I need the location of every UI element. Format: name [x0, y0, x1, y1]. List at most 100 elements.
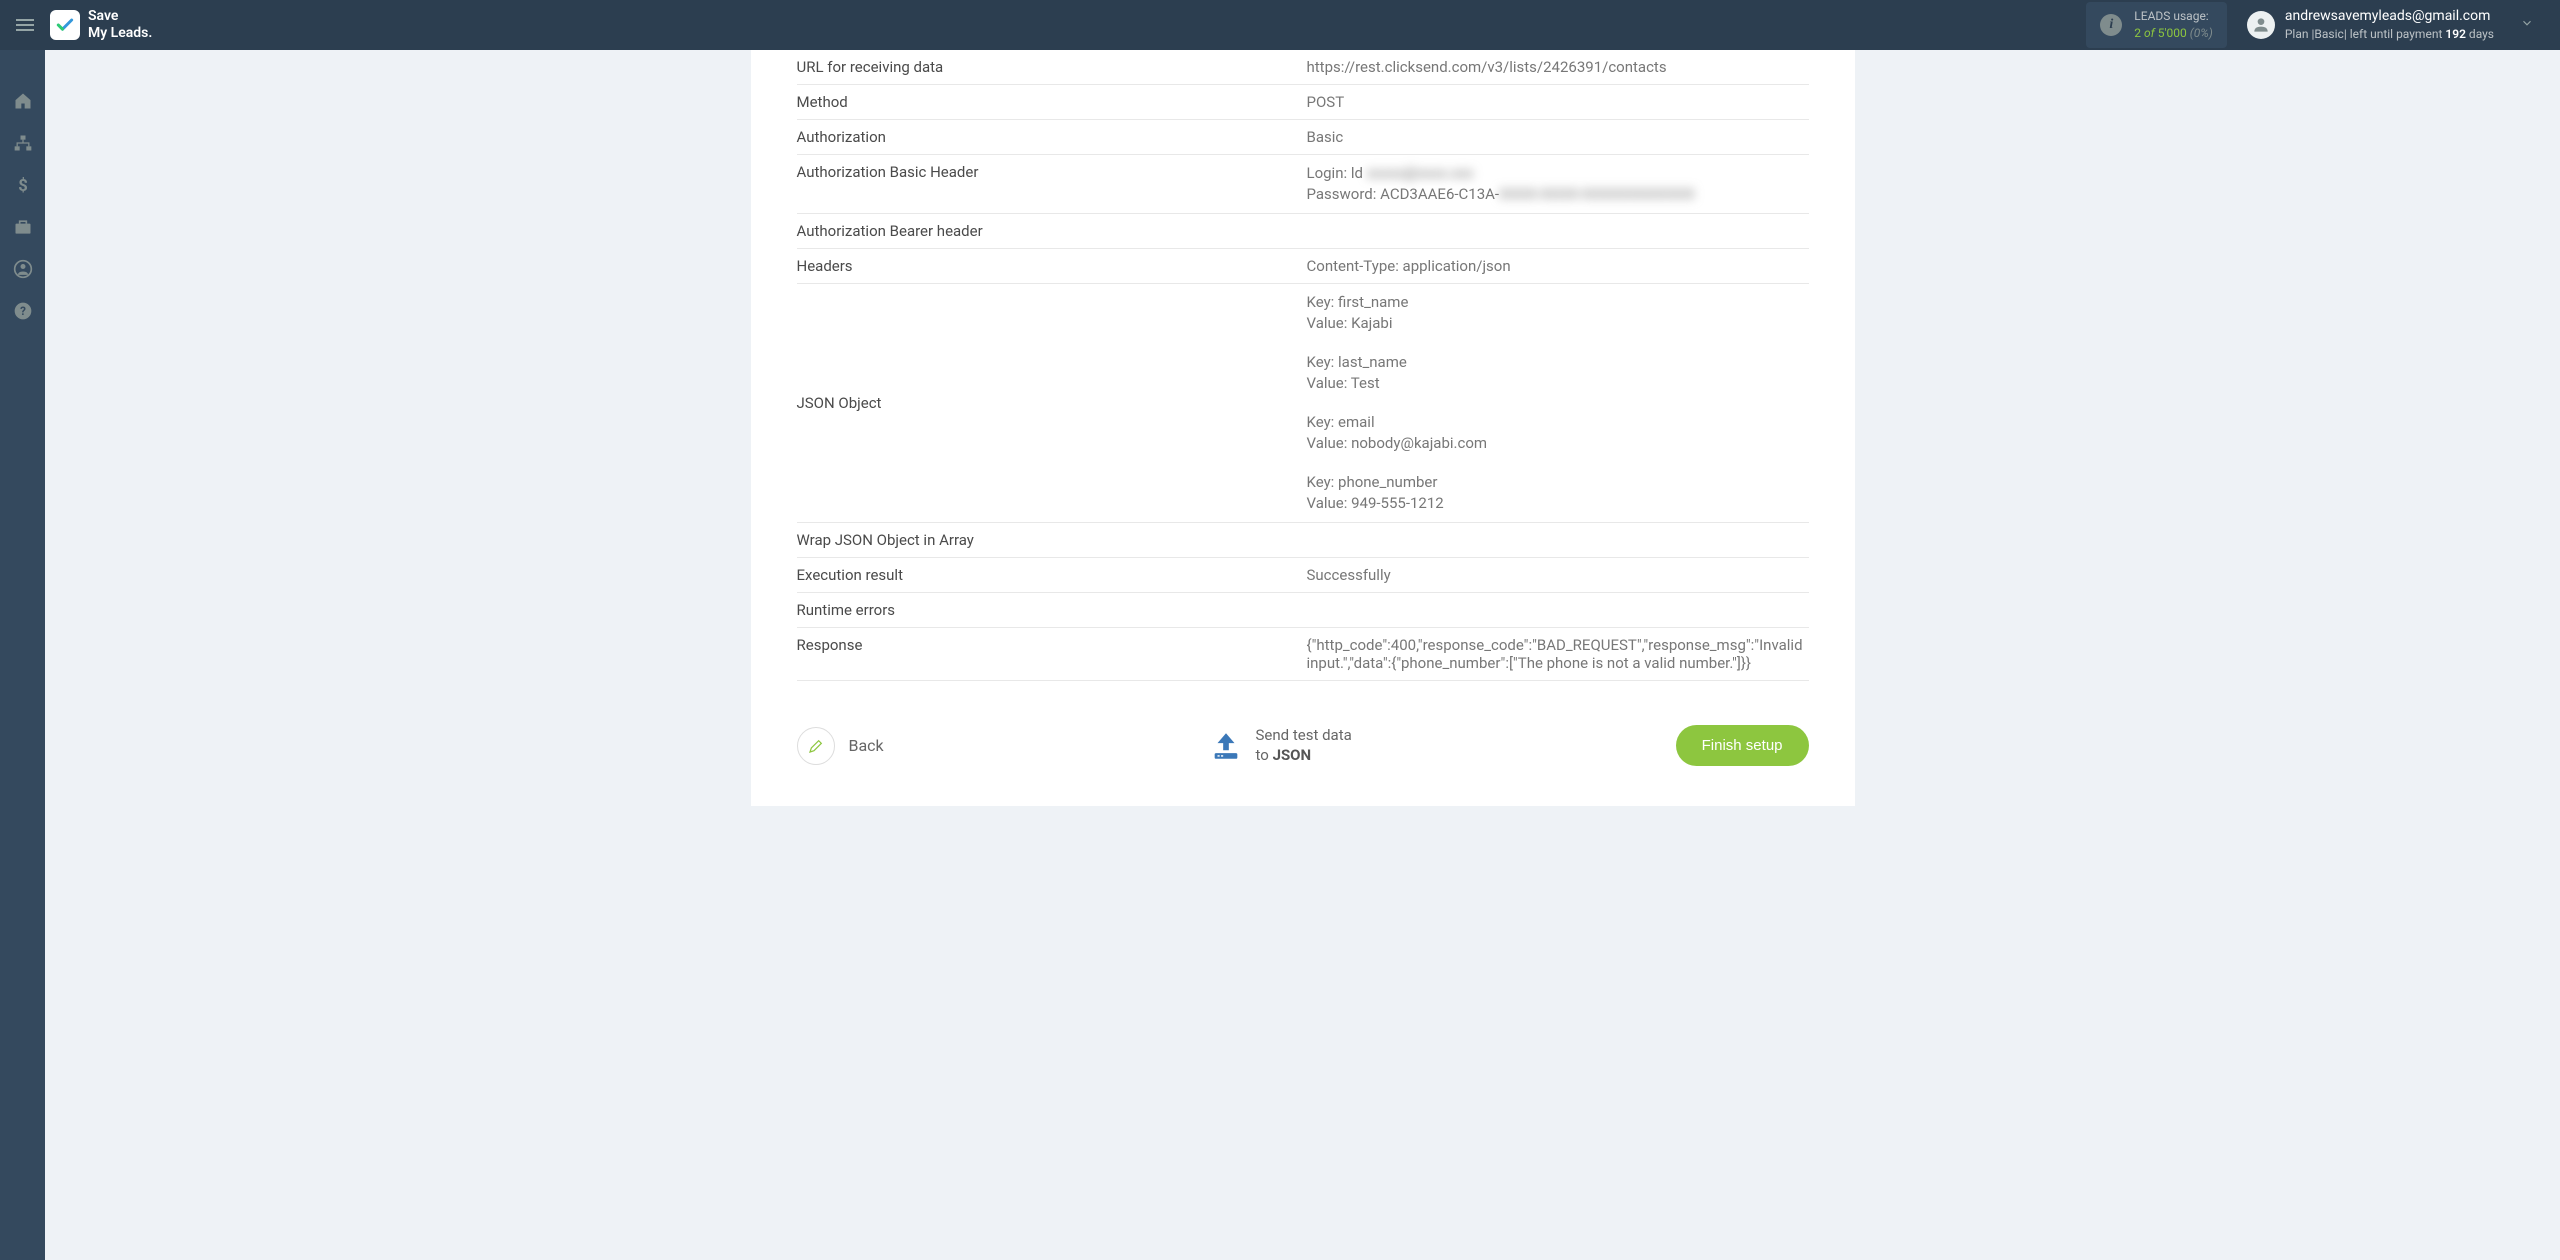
value-basic-header: Login: ld xxxxx@xxxx.xxx Password: ACD3A… [1307, 163, 1809, 205]
upload-icon [1208, 728, 1244, 764]
leads-usage-label: LEADS usage: [2134, 8, 2213, 25]
login-blurred: xxxxx@xxxx.xxx [1367, 164, 1474, 182]
json-value-0: Value: Kajabi [1307, 313, 1809, 334]
pw-blurred: XXXX-XXXX-XXXXXXXXXXXX [1499, 185, 1695, 203]
brand-text: Save My Leads. [88, 8, 152, 42]
label-wrap-array: Wrap JSON Object in Array [797, 531, 1307, 549]
leads-text: LEADS usage: 2 of 5'000 (0%) [2134, 8, 2213, 42]
password-line: Password: ACD3AAE6-C13A-XXXX-XXXX-XXXXXX… [1307, 184, 1809, 205]
label-response: Response [797, 636, 1307, 672]
value-execution-result: Successfully [1307, 566, 1809, 584]
label-basic-header: Authorization Basic Header [797, 163, 1307, 205]
row-bearer-header: Authorization Bearer header [797, 214, 1809, 249]
details-card: URL for receiving data https://rest.clic… [751, 50, 1855, 806]
plan-name: Basic [2314, 27, 2343, 41]
main-content: URL for receiving data https://rest.clic… [45, 50, 2560, 1260]
leads-pct: (0%) [2190, 26, 2213, 40]
plan-mid: | left until payment [2344, 27, 2443, 41]
action-bar: Back Send test data to JSON Finish setup [797, 725, 1809, 766]
row-method: Method POST [797, 85, 1809, 120]
pw-prefix: Password: ACD3AAE6-C13A- [1307, 185, 1500, 203]
json-key-3: Key: phone_number [1307, 472, 1809, 493]
send-to-prefix: to [1256, 746, 1273, 764]
send-json-bold: JSON [1273, 746, 1312, 764]
value-url: https://rest.clicksend.com/v3/lists/2426… [1307, 58, 1809, 76]
sidebar-item-help[interactable]: ? [0, 290, 45, 332]
layout: $ ? URL for receiving data https://rest.… [0, 50, 2560, 1260]
label-bearer-header: Authorization Bearer header [797, 222, 1307, 240]
json-key-2: Key: email [1307, 412, 1809, 433]
user-text: andrewsavemyleads@gmail.com Plan |Basic|… [2285, 7, 2494, 43]
row-headers: Headers Content-Type: application/json [797, 249, 1809, 284]
login-line: Login: ld xxxxx@xxxx.xxx [1307, 163, 1809, 184]
label-json-object: JSON Object [797, 394, 1307, 412]
row-url: URL for receiving data https://rest.clic… [797, 50, 1809, 85]
leads-usage-value: 2 of 5'000 (0%) [2134, 25, 2213, 42]
login-prefix: Login: ld [1307, 164, 1363, 182]
user-plan: Plan |Basic| left until payment 192 days [2285, 26, 2494, 43]
leads-used: 2 [2134, 26, 2141, 40]
hamburger-icon [16, 19, 34, 31]
dollar-icon: $ [13, 175, 33, 195]
sidebar-item-account[interactable] [0, 248, 45, 290]
menu-button[interactable] [10, 13, 40, 37]
label-runtime-errors: Runtime errors [797, 601, 1307, 619]
back-button[interactable]: Back [797, 727, 884, 765]
row-wrap-array: Wrap JSON Object in Array [797, 523, 1809, 558]
value-runtime-errors [1307, 601, 1809, 619]
value-wrap-array [1307, 531, 1809, 549]
top-header: Save My Leads. i LEADS usage: 2 of 5'000… [0, 0, 2560, 50]
label-authorization: Authorization [797, 128, 1307, 146]
sidebar-item-connections[interactable] [0, 122, 45, 164]
brand-line2: My Leads. [88, 25, 152, 42]
hierarchy-icon [13, 133, 33, 153]
user-email: andrewsavemyleads@gmail.com [2285, 7, 2494, 27]
sidebar-item-billing[interactable]: $ [0, 164, 45, 206]
row-execution-result: Execution result Successfully [797, 558, 1809, 593]
value-headers: Content-Type: application/json [1307, 257, 1809, 275]
finish-setup-button[interactable]: Finish setup [1676, 725, 1809, 766]
label-method: Method [797, 93, 1307, 111]
row-authorization: Authorization Basic [797, 120, 1809, 155]
back-label: Back [849, 736, 884, 755]
svg-text:$: $ [18, 177, 28, 195]
value-method: POST [1307, 93, 1809, 111]
leads-usage-box[interactable]: i LEADS usage: 2 of 5'000 (0%) [2086, 2, 2227, 48]
value-response: {"http_code":400,"response_code":"BAD_RE… [1307, 636, 1809, 672]
json-value-2: Value: nobody@kajabi.com [1307, 433, 1809, 454]
row-basic-header: Authorization Basic Header Login: ld xxx… [797, 155, 1809, 214]
pencil-icon [797, 727, 835, 765]
label-headers: Headers [797, 257, 1307, 275]
json-pair-1: Key: last_name Value: Test [1307, 352, 1809, 394]
label-url: URL for receiving data [797, 58, 1307, 76]
logo-check-icon [50, 10, 80, 40]
brand-line1: Save [88, 8, 152, 25]
json-value-1: Value: Test [1307, 373, 1809, 394]
home-icon [13, 91, 33, 111]
send-text: Send test data to JSON [1256, 726, 1352, 765]
label-execution-result: Execution result [797, 566, 1307, 584]
chevron-down-icon [2520, 15, 2534, 34]
header-right: i LEADS usage: 2 of 5'000 (0%) andrewsav… [2086, 2, 2550, 48]
briefcase-icon [13, 217, 33, 237]
value-json-object: Key: first_name Value: Kajabi Key: last_… [1307, 292, 1809, 514]
row-response: Response {"http_code":400,"response_code… [797, 628, 1809, 681]
sidebar-item-briefcase[interactable] [0, 206, 45, 248]
user-menu[interactable]: andrewsavemyleads@gmail.com Plan |Basic|… [2247, 7, 2550, 43]
value-bearer-header [1307, 222, 1809, 240]
leads-of: of [2144, 26, 2155, 40]
row-json-object: JSON Object Key: first_name Value: Kajab… [797, 284, 1809, 523]
sidebar-item-home[interactable] [0, 80, 45, 122]
json-pair-2: Key: email Value: nobody@kajabi.com [1307, 412, 1809, 454]
info-icon: i [2100, 14, 2122, 36]
avatar-icon [2247, 11, 2275, 39]
user-circle-icon [13, 259, 33, 279]
json-pair-0: Key: first_name Value: Kajabi [1307, 292, 1809, 334]
json-key-1: Key: last_name [1307, 352, 1809, 373]
brand-logo[interactable]: Save My Leads. [50, 8, 152, 42]
send-test-button[interactable]: Send test data to JSON [1208, 726, 1352, 765]
question-icon: ? [13, 301, 33, 321]
json-pair-3: Key: phone_number Value: 949-555-1212 [1307, 472, 1809, 514]
svg-text:?: ? [20, 304, 26, 318]
send-line1: Send test data [1256, 726, 1352, 746]
